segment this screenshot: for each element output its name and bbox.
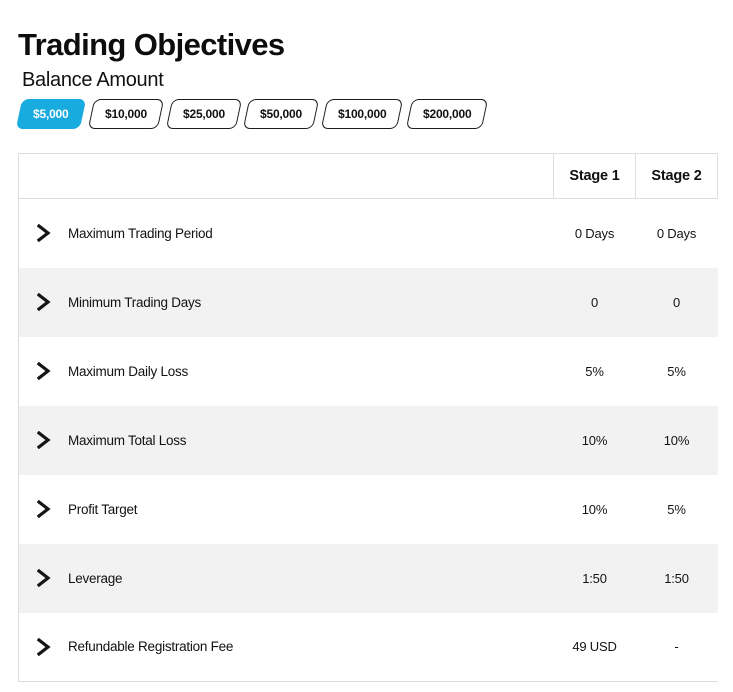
chevron-right-icon[interactable] [31, 496, 57, 522]
stage-2-value: - [635, 612, 718, 682]
column-header-objective [18, 153, 554, 199]
objective-label: Minimum Trading Days [68, 294, 202, 310]
stage-2-value: 0 [635, 267, 718, 337]
objectives-table-body: Maximum Trading Period 0 Days 0 Days Minimu… [18, 198, 718, 682]
stage-1-value: 5% [553, 336, 636, 406]
stage-1-value: 10% [553, 474, 636, 544]
stage-1-value: 49 USD [553, 612, 636, 682]
balance-tab-5000[interactable]: $5,000 [15, 99, 86, 129]
balance-tab-25000[interactable]: $25,000 [165, 99, 242, 129]
balance-tab-label: $25,000 [182, 107, 225, 121]
stage-2-value: 1:50 [635, 543, 718, 613]
stage-1-value: 1:50 [553, 543, 636, 613]
objective-name-cell: Maximum Daily Loss [18, 336, 554, 406]
objective-name-cell: Maximum Trading Period [18, 198, 554, 268]
column-header-stage-2: Stage 2 [635, 153, 718, 199]
table-header-row: Stage 1 Stage 2 [18, 153, 718, 199]
stage-2-value: 5% [635, 474, 718, 544]
table-row[interactable]: Refundable Registration Fee 49 USD - [18, 612, 718, 682]
chevron-right-icon[interactable] [31, 634, 57, 660]
objective-name-cell: Profit Target [18, 474, 554, 544]
objective-name-cell: Leverage [18, 543, 554, 613]
objectives-table-head: Stage 1 Stage 2 [18, 153, 718, 199]
objective-row-content: Refundable Registration Fee [19, 634, 554, 660]
table-row[interactable]: Profit Target 10% 5% [18, 474, 718, 544]
balance-tab-label: $100,000 [338, 107, 387, 121]
balance-tab-label: $10,000 [104, 107, 147, 121]
objective-label: Leverage [68, 570, 123, 586]
stage-1-value: 0 [553, 267, 636, 337]
balance-tab-50000[interactable]: $50,000 [243, 99, 320, 129]
balance-tab-100000[interactable]: $100,000 [321, 99, 405, 129]
stage-1-value: 10% [553, 405, 636, 475]
table-row[interactable]: Maximum Total Loss 10% 10% [18, 405, 718, 475]
chevron-right-icon[interactable] [31, 565, 57, 591]
balance-tab-10000[interactable]: $10,000 [87, 99, 164, 129]
objective-name-cell: Maximum Total Loss [18, 405, 554, 475]
objective-name-cell: Minimum Trading Days [18, 267, 554, 337]
objective-label: Maximum Daily Loss [68, 363, 189, 379]
objective-label: Maximum Trading Period [68, 225, 213, 241]
objective-row-content: Profit Target [19, 496, 554, 522]
objective-label: Profit Target [68, 501, 138, 517]
balance-amount-selector[interactable]: $5,000 $10,000 $25,000 $50,000 $100,000 $200,… [15, 99, 493, 131]
objectives-table-container: Stage 1 Stage 2 Maximum Trading Period 0 … [18, 153, 718, 682]
chevron-right-icon[interactable] [31, 358, 57, 384]
table-row[interactable]: Maximum Trading Period 0 Days 0 Days [18, 198, 718, 268]
table-row[interactable]: Minimum Trading Days 0 0 [18, 267, 718, 337]
balance-tab-label: $50,000 [260, 107, 303, 121]
stage-2-value: 10% [635, 405, 718, 475]
trading-objectives-page: Trading Objectives Balance Amount $5,000… [0, 0, 733, 692]
chevron-right-icon[interactable] [31, 427, 57, 453]
objective-row-content: Leverage [19, 565, 554, 591]
objective-row-content: Maximum Daily Loss [19, 358, 554, 384]
stage-2-value: 0 Days [635, 198, 718, 268]
objective-row-content: Maximum Trading Period [19, 220, 554, 246]
balance-tab-label: $5,000 [33, 107, 69, 121]
column-header-stage-1: Stage 1 [553, 153, 636, 199]
chevron-right-icon[interactable] [31, 220, 57, 246]
objective-row-content: Minimum Trading Days [19, 289, 554, 315]
table-row[interactable]: Maximum Daily Loss 5% 5% [18, 336, 718, 406]
page-title: Trading Objectives [18, 26, 285, 62]
objective-row-content: Maximum Total Loss [19, 427, 554, 453]
balance-amount-label: Balance Amount [22, 68, 164, 91]
balance-tab-200000[interactable]: $200,000 [405, 99, 489, 129]
objectives-table: Stage 1 Stage 2 Maximum Trading Period 0 … [18, 153, 718, 682]
table-row[interactable]: Leverage 1:50 1:50 [18, 543, 718, 613]
chevron-right-icon[interactable] [31, 289, 57, 315]
objective-label: Refundable Registration Fee [68, 639, 234, 655]
objective-label: Maximum Total Loss [68, 432, 187, 448]
stage-1-value: 0 Days [553, 198, 636, 268]
objective-name-cell: Refundable Registration Fee [18, 612, 554, 682]
stage-2-value: 5% [635, 336, 718, 406]
balance-tab-label: $200,000 [422, 107, 472, 121]
